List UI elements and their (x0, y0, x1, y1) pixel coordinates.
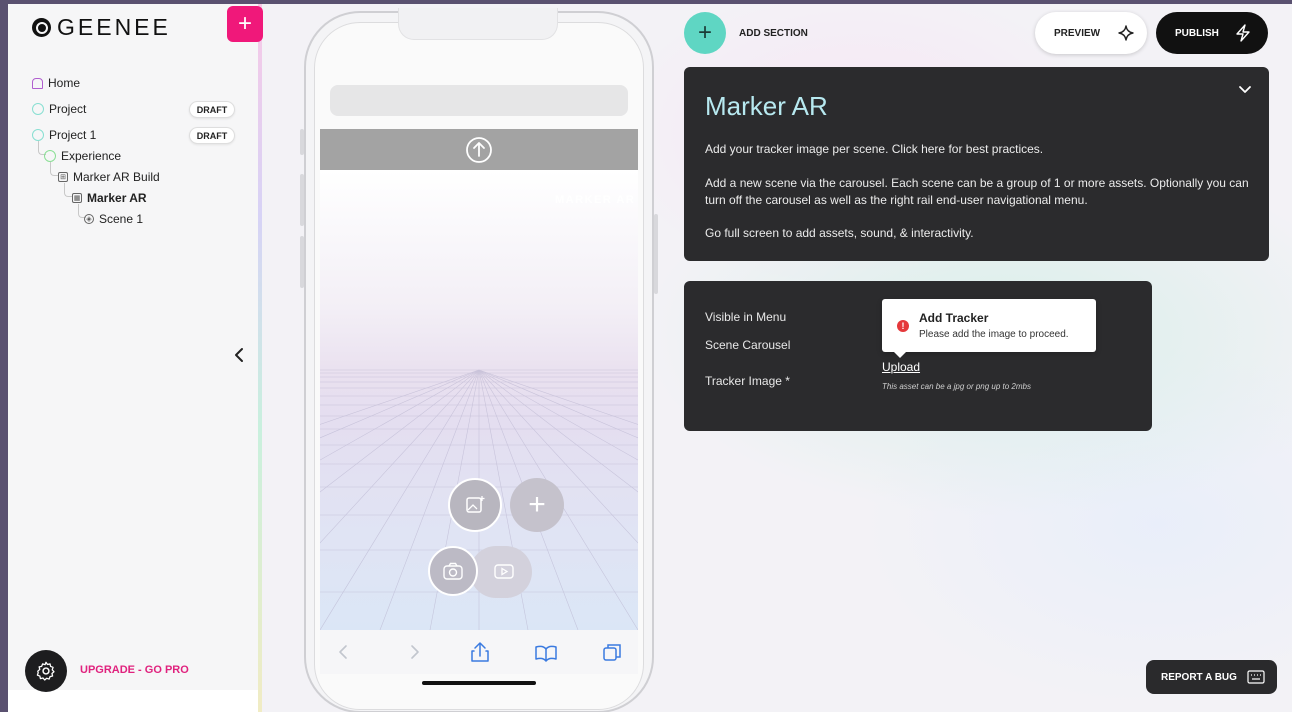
tree-item-home[interactable]: Home (32, 76, 80, 90)
phone-side-button (300, 129, 304, 155)
add-project-button[interactable]: + (227, 6, 263, 42)
tree-item-label: Project 1 (49, 128, 97, 142)
tree-item-scene-1[interactable]: ◈ Scene 1 (84, 212, 143, 226)
video-icon (494, 564, 514, 579)
tracker-upload-band[interactable] (320, 129, 638, 170)
tracker-image-label: Tracker Image * (705, 374, 790, 388)
tree-item-marker-ar[interactable]: ▦ Marker AR (72, 191, 147, 205)
tooltip-message: Please add the image to proceed. (919, 329, 1069, 340)
brand-logo[interactable]: GEENEE (32, 14, 171, 41)
tree-item-label: Scene 1 (99, 212, 144, 226)
preview-label: PREVIEW (1054, 27, 1101, 39)
brand-name: GEENEE (57, 14, 171, 40)
phone-side-button (300, 174, 304, 226)
lightning-icon (1236, 24, 1250, 42)
info-paragraph: Add a new scene via the carousel. Each s… (705, 176, 1249, 207)
tree-item-marker-ar-build[interactable]: ⊞ Marker AR Build (58, 170, 160, 184)
browser-toolbar-icons (339, 642, 621, 662)
add-tracker-tooltip: ! Add Tracker Please add the image to pr… (882, 299, 1096, 358)
home-icon (32, 77, 43, 89)
scene-watermark: MARKER AR (555, 194, 636, 206)
tooltip-title: Add Tracker (919, 311, 989, 325)
publish-button[interactable]: PUBLISH (1156, 12, 1268, 54)
image-add-icon (466, 496, 485, 513)
tree-item-label: Experience (61, 149, 122, 163)
camera-icon (443, 562, 463, 580)
chevron-down-icon[interactable] (1238, 85, 1252, 95)
bookmarks-icon (535, 645, 557, 662)
tree-item-project-1[interactable]: Project 1 (32, 128, 96, 142)
gear-icon (36, 661, 55, 681)
tree-item-label: Project (49, 102, 87, 116)
section-title: Marker AR (705, 91, 828, 121)
upload-arrow-icon (466, 136, 492, 163)
logo-mark-icon (32, 18, 51, 37)
add-section-button[interactable]: + (684, 12, 726, 54)
forward-icon (411, 645, 419, 659)
share-icon (471, 642, 489, 662)
info-paragraph: Go full screen to add assets, sound, & i… (705, 226, 974, 240)
upload-tracker-link[interactable]: Upload (882, 360, 920, 374)
add-image-asset-button[interactable] (448, 478, 502, 532)
project-dot-icon (32, 103, 44, 115)
project-dot-icon (32, 129, 44, 141)
upgrade-pro-link[interactable]: UPGRADE - GO PRO (80, 664, 189, 676)
scene-cube-icon: ◈ (84, 214, 94, 224)
tree-item-experience[interactable]: Experience (44, 149, 121, 163)
build-grid-icon: ⊞ (58, 172, 68, 182)
browser-toolbar (320, 630, 638, 674)
upload-hint: This asset can be a jpg or png up to 2mb… (882, 382, 1031, 391)
sidebar-footer-strip (8, 690, 258, 712)
settings-button[interactable] (25, 650, 67, 692)
keyboard-icon (1247, 670, 1265, 684)
app-window: GEENEE + Home Project DRAFT Project 1 DR… (8, 4, 1292, 712)
report-bug-label: REPORT A BUG (1161, 671, 1237, 683)
home-indicator (422, 681, 536, 685)
tree-connector (50, 162, 58, 176)
scene-carousel-label: Scene Carousel (705, 338, 791, 352)
tree-connector (64, 183, 72, 197)
video-button[interactable] (492, 559, 516, 583)
add-asset-button[interactable]: + (510, 478, 564, 532)
back-icon (339, 645, 347, 659)
collapse-sidebar-chevron-icon[interactable] (232, 346, 246, 364)
draft-badge: DRAFT (189, 127, 235, 144)
tabs-icon (603, 644, 621, 661)
error-icon: ! (897, 320, 909, 332)
publish-label: PUBLISH (1175, 27, 1219, 39)
tree-item-label: Marker AR (87, 191, 147, 205)
browser-url-bar[interactable] (330, 85, 628, 116)
preview-button[interactable]: PREVIEW (1035, 12, 1147, 54)
tree-item-project[interactable]: Project (32, 102, 86, 116)
phone-side-button (300, 236, 304, 288)
tree-item-label: Marker AR Build (73, 170, 160, 184)
info-paragraph: Add your tracker image per scene. Click … (705, 142, 1044, 156)
report-bug-button[interactable]: REPORT A BUG (1146, 660, 1277, 694)
camera-button[interactable] (428, 546, 478, 596)
marker-ar-info-card: Marker AR Add your tracker image per sce… (684, 67, 1269, 261)
phone-notch (398, 8, 558, 40)
sidebar-gradient-edge (258, 4, 262, 712)
marker-image-icon: ▦ (72, 193, 82, 203)
visible-in-menu-label: Visible in Menu (705, 310, 787, 324)
sparkle-icon (1118, 25, 1134, 41)
add-section-label[interactable]: ADD SECTION (739, 28, 808, 39)
experience-dot-icon (44, 150, 56, 162)
tree-item-label: Home (48, 76, 81, 90)
phone-side-button (654, 214, 658, 294)
draft-badge: DRAFT (189, 101, 235, 118)
